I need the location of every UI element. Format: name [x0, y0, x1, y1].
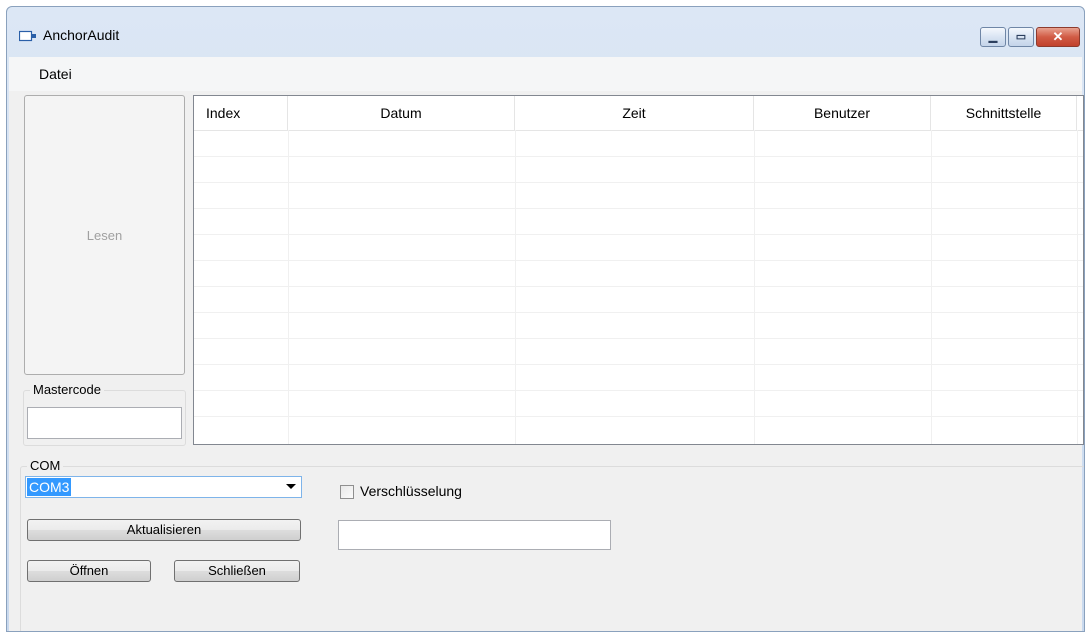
chevron-down-icon[interactable] [286, 484, 296, 489]
close-port-button[interactable]: Schließen [174, 560, 300, 582]
mastercode-input[interactable] [27, 407, 182, 439]
column-header-schnittstelle[interactable]: Schnittstelle [931, 96, 1077, 130]
row-divider [194, 338, 1083, 339]
read-button[interactable]: Lesen [24, 95, 185, 375]
row-divider [194, 156, 1083, 157]
menu-datei[interactable]: Datei [39, 66, 72, 82]
column-header-benutzer[interactable]: Benutzer [754, 96, 931, 130]
column-header-datum[interactable]: Datum [288, 96, 515, 130]
encryption-checkbox[interactable] [340, 485, 354, 499]
client-area: Datei Lesen Mastercode Index Datum Zeit … [9, 57, 1084, 631]
column-header-index[interactable]: Index [194, 96, 288, 130]
column-divider [1077, 130, 1078, 444]
column-divider [754, 130, 755, 444]
title-bar[interactable]: AnchorAudit ▁ ▭ ✕ [7, 7, 1084, 57]
mastercode-label: Mastercode [30, 382, 104, 397]
row-divider [194, 234, 1083, 235]
menu-bar: Datei [9, 57, 1082, 91]
row-divider [194, 208, 1083, 209]
mastercode-group: Mastercode [23, 382, 186, 446]
open-button[interactable]: Öffnen [27, 560, 151, 582]
close-icon: ✕ [1052, 29, 1064, 44]
row-divider [194, 364, 1083, 365]
row-divider [194, 416, 1083, 417]
com-label: COM [27, 458, 64, 473]
row-divider [194, 312, 1083, 313]
minimize-button[interactable]: ▁ [980, 27, 1006, 47]
minimize-icon: ▁ [988, 31, 998, 43]
window-title: AnchorAudit [43, 27, 120, 43]
refresh-button[interactable]: Aktualisieren [27, 519, 301, 541]
app-window-icon [19, 30, 36, 42]
column-divider [515, 130, 516, 444]
encryption-key-input[interactable] [338, 520, 611, 550]
app-window: AnchorAudit ▁ ▭ ✕ Datei Lesen Mastercode… [6, 6, 1085, 632]
column-header-zeit[interactable]: Zeit [515, 96, 754, 130]
row-divider [194, 390, 1083, 391]
window-controls: ▁ ▭ ✕ [980, 27, 1080, 47]
row-divider [194, 182, 1083, 183]
row-divider [194, 260, 1083, 261]
column-divider [288, 130, 289, 444]
row-divider [194, 286, 1083, 287]
encryption-label[interactable]: Verschlüsselung [360, 483, 462, 499]
table-header: Index Datum Zeit Benutzer Schnittstelle [194, 96, 1083, 131]
close-button[interactable]: ✕ [1036, 27, 1080, 47]
maximize-button[interactable]: ▭ [1008, 27, 1034, 47]
com-port-select[interactable]: COM3 [25, 476, 302, 498]
column-divider [931, 130, 932, 444]
maximize-icon: ▭ [1015, 31, 1027, 43]
audit-table[interactable]: Index Datum Zeit Benutzer Schnittstelle [193, 95, 1084, 445]
com-port-value: COM3 [27, 478, 72, 496]
